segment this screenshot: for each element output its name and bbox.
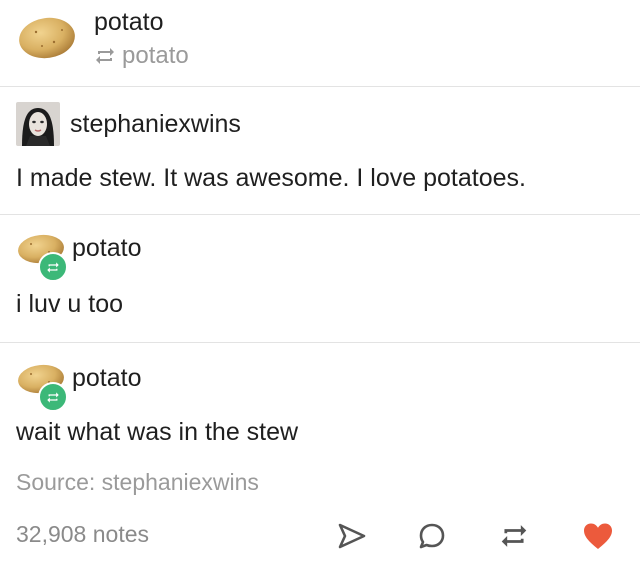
reblogged-from[interactable]: potato — [94, 42, 189, 70]
share-icon[interactable] — [334, 518, 370, 554]
post-author-row: potato — [16, 232, 142, 282]
post-text: I made stew. It was awesome. I love pota… — [16, 164, 526, 192]
divider — [0, 86, 640, 87]
divider — [0, 214, 640, 215]
potato-avatar-icon[interactable] — [18, 16, 76, 60]
post-author-row: potato — [16, 362, 142, 412]
notes-count[interactable]: 32,908 notes — [16, 521, 149, 548]
post-text: wait what was in the stew — [16, 418, 299, 446]
post-text: i luv u too — [16, 290, 124, 318]
like-heart-icon[interactable] — [580, 518, 616, 554]
post-header: potato potato — [0, 0, 640, 86]
source-link[interactable]: Source: stephaniexwins — [16, 469, 259, 496]
reblog-badge-icon — [38, 382, 68, 412]
post-username[interactable]: potato — [72, 364, 142, 393]
post-username[interactable]: stephaniexwins — [70, 110, 241, 139]
post-author-row: stephaniexwins — [16, 102, 241, 146]
divider — [0, 342, 640, 343]
profile-photo[interactable] — [16, 102, 60, 146]
potato-avatar-icon[interactable] — [16, 362, 70, 412]
reblog-icon — [96, 48, 114, 64]
potato-avatar-icon[interactable] — [16, 232, 70, 282]
reblog-badge-icon — [38, 252, 68, 282]
reblog-icon[interactable] — [496, 518, 532, 554]
reblogged-from-name: potato — [122, 42, 189, 69]
blog-name[interactable]: potato — [94, 8, 164, 37]
post-username[interactable]: potato — [72, 234, 142, 263]
reply-icon[interactable] — [414, 518, 450, 554]
